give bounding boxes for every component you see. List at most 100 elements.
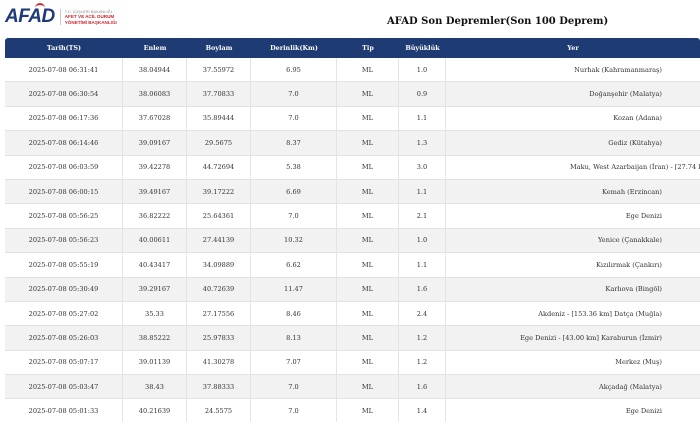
type-cell: ML <box>337 58 399 82</box>
latitude-cell: 38.04944 <box>123 58 187 82</box>
location-cell: Nurhak (Kahramanmaraş) <box>446 58 700 81</box>
location-text: Karlıova (Bingöl) <box>605 285 662 294</box>
longitude-cell: 29.5675 <box>187 131 251 155</box>
table-row[interactable]: 2025-07-08 05:56:25 36.82222 25.64361 7.0 ML… <box>5 204 700 229</box>
location-cell: Ege Denizi <box>446 399 700 422</box>
longitude-cell: 37.88333 <box>187 375 251 399</box>
date-cell: 2025-07-08 05:26:03 <box>5 326 123 350</box>
location-cell: Gediz (Kütahya) <box>446 131 700 154</box>
location-cell: Kızılırmak (Çankırı) <box>446 253 700 276</box>
location-text: Kozan (Adana) <box>613 114 662 123</box>
table-row[interactable]: 2025-07-08 06:03:59 39.42278 44.72694 5.38 M… <box>5 155 700 180</box>
column-header-type[interactable]: Tip <box>337 38 399 58</box>
magnitude-cell: 1.1 <box>399 106 446 131</box>
type-cell: ML <box>337 253 399 277</box>
depth-cell: 11.47 <box>251 277 337 301</box>
table-row[interactable]: 2025-07-08 05:26:03 38.85222 25.97833 8.13 M… <box>5 326 700 351</box>
location-cell: Karlıova (Bingöl) <box>446 278 700 301</box>
longitude-cell: 39.17222 <box>187 179 251 204</box>
location-cell: Kozan (Adana) <box>446 107 700 130</box>
type-cell: ML <box>337 301 399 326</box>
location-text: Akdeniz - [153.36 km] Datça (Muğla) <box>538 309 662 318</box>
table-row[interactable]: 2025-07-08 05:27:02 35.33 27.17556 8.46 ML 2.… <box>5 301 700 327</box>
earthquake-table: Tarih(TS) Enlem Boylam Derinlik(Km) Tip … <box>5 38 700 422</box>
table-row[interactable]: 2025-07-08 06:14:46 39.09167 29.5675 8.37 ML… <box>5 131 700 156</box>
table-row[interactable]: 2025-07-08 05:56:23 40.00611 27.44139 10.32… <box>5 228 700 254</box>
table-row[interactable]: 2025-07-08 05:01:33 40.21639 24.5575 7.0 ML 1… <box>5 399 700 422</box>
magnitude-cell: 1.2 <box>399 350 446 375</box>
date-cell: 2025-07-08 05:07:17 <box>5 350 123 375</box>
latitude-cell: 37.67028 <box>123 106 187 131</box>
depth-cell: 8.46 <box>251 301 337 326</box>
depth-cell: 6.95 <box>251 58 337 82</box>
longitude-cell: 25.97833 <box>187 326 251 350</box>
latitude-cell: 35.33 <box>123 301 187 326</box>
table-row[interactable]: 2025-07-08 06:00:15 39.49167 39.17222 6.69 M… <box>5 179 700 205</box>
date-cell: 2025-07-08 05:56:23 <box>5 228 123 253</box>
magnitude-cell: 1.4 <box>399 399 446 422</box>
location-text: Ege Denizi <box>625 212 662 221</box>
location-text: Merkez (Muş) <box>615 358 662 367</box>
table-body: 2025-07-08 06:31:41 38.04944 37.55972 6.95 M… <box>5 58 700 422</box>
location-cell: Ege Denizi <box>446 204 700 227</box>
location-text: Maku, West Azarbaijan (İran) - [27.74 km… <box>570 163 700 172</box>
longitude-cell: 44.72694 <box>187 155 251 179</box>
column-header-longitude[interactable]: Boylam <box>187 38 251 58</box>
page-header: AFAD T.C. İÇİŞLERİ BAKANLIĞI AFET VE ACİ… <box>0 0 700 38</box>
magnitude-cell: 2.4 <box>399 301 446 326</box>
table-row[interactable]: 2025-07-08 06:31:41 38.04944 37.55972 6.95 M… <box>5 58 700 83</box>
column-header-magnitude[interactable]: Büyüklük <box>399 38 446 58</box>
date-cell: 2025-07-08 05:01:33 <box>5 399 123 422</box>
date-cell: 2025-07-08 06:17:36 <box>5 106 123 131</box>
type-cell: ML <box>337 106 399 131</box>
table-row[interactable]: 2025-07-08 05:07:17 39.01139 41.30278 7.07 M… <box>5 350 700 376</box>
latitude-cell: 38.06083 <box>123 82 187 106</box>
magnitude-cell: 1.0 <box>399 58 446 82</box>
column-header-location[interactable]: Yer <box>446 38 700 58</box>
type-cell: ML <box>337 375 399 399</box>
magnitude-cell: 1.6 <box>399 277 446 301</box>
depth-cell: 7.07 <box>251 350 337 375</box>
magnitude-cell: 1.3 <box>399 131 446 155</box>
location-text: Yenice (Çanakkale) <box>598 236 662 245</box>
date-cell: 2025-07-08 06:31:41 <box>5 58 123 82</box>
column-header-latitude[interactable]: Enlem <box>123 38 187 58</box>
table-row[interactable]: 2025-07-08 05:30:49 39.29167 40.72639 11.47… <box>5 277 700 302</box>
afad-logo[interactable]: AFAD T.C. İÇİŞLERİ BAKANLIĞI AFET VE ACİ… <box>5 3 117 28</box>
column-header-depth[interactable]: Derinlik(Km) <box>251 38 337 58</box>
column-header-date[interactable]: Tarih(TS) <box>5 38 123 58</box>
magnitude-cell: 0.9 <box>399 82 446 106</box>
location-cell: Maku, West Azarbaijan (İran) - [27.74 km… <box>446 156 700 179</box>
latitude-cell: 38.43 <box>123 375 187 399</box>
location-text: Ege Denizi - [43.00 km] Karaburun (İzmir… <box>520 333 662 342</box>
longitude-cell: 37.55972 <box>187 58 251 82</box>
longitude-cell: 35.89444 <box>187 106 251 131</box>
magnitude-cell: 3.0 <box>399 155 446 179</box>
longitude-cell: 37.70833 <box>187 82 251 106</box>
latitude-cell: 40.21639 <box>123 399 187 422</box>
type-cell: ML <box>337 228 399 253</box>
depth-cell: 7.0 <box>251 82 337 106</box>
date-cell: 2025-07-08 06:30:54 <box>5 82 123 106</box>
longitude-cell: 40.72639 <box>187 277 251 301</box>
longitude-cell: 34.09889 <box>187 253 251 277</box>
magnitude-cell: 1.0 <box>399 228 446 253</box>
location-cell: Merkez (Muş) <box>446 351 700 374</box>
type-cell: ML <box>337 399 399 422</box>
magnitude-cell: 1.1 <box>399 179 446 204</box>
latitude-cell: 39.29167 <box>123 277 187 301</box>
table-row[interactable]: 2025-07-08 06:17:36 37.67028 35.89444 7.0 ML… <box>5 106 700 132</box>
table-row[interactable]: 2025-07-08 06:30:54 38.06083 37.70833 7.0 ML… <box>5 82 700 107</box>
date-cell: 2025-07-08 05:55:19 <box>5 253 123 277</box>
table-row[interactable]: 2025-07-08 05:55:19 40.43417 34.09889 6.62 M… <box>5 253 700 278</box>
location-text: Ege Denizi <box>625 407 662 416</box>
location-cell: Ege Denizi - [43.00 km] Karaburun (İzmir… <box>446 326 700 349</box>
longitude-cell: 27.17556 <box>187 301 251 326</box>
location-cell: Yenice (Çanakkale) <box>446 229 700 252</box>
location-text: Nurhak (Kahramanmaraş) <box>574 65 662 74</box>
table-row[interactable]: 2025-07-08 05:03:47 38.43 37.88333 7.0 ML 1.6… <box>5 375 700 400</box>
depth-cell: 8.37 <box>251 131 337 155</box>
latitude-cell: 40.43417 <box>123 253 187 277</box>
magnitude-cell: 2.1 <box>399 204 446 228</box>
depth-cell: 6.69 <box>251 179 337 204</box>
